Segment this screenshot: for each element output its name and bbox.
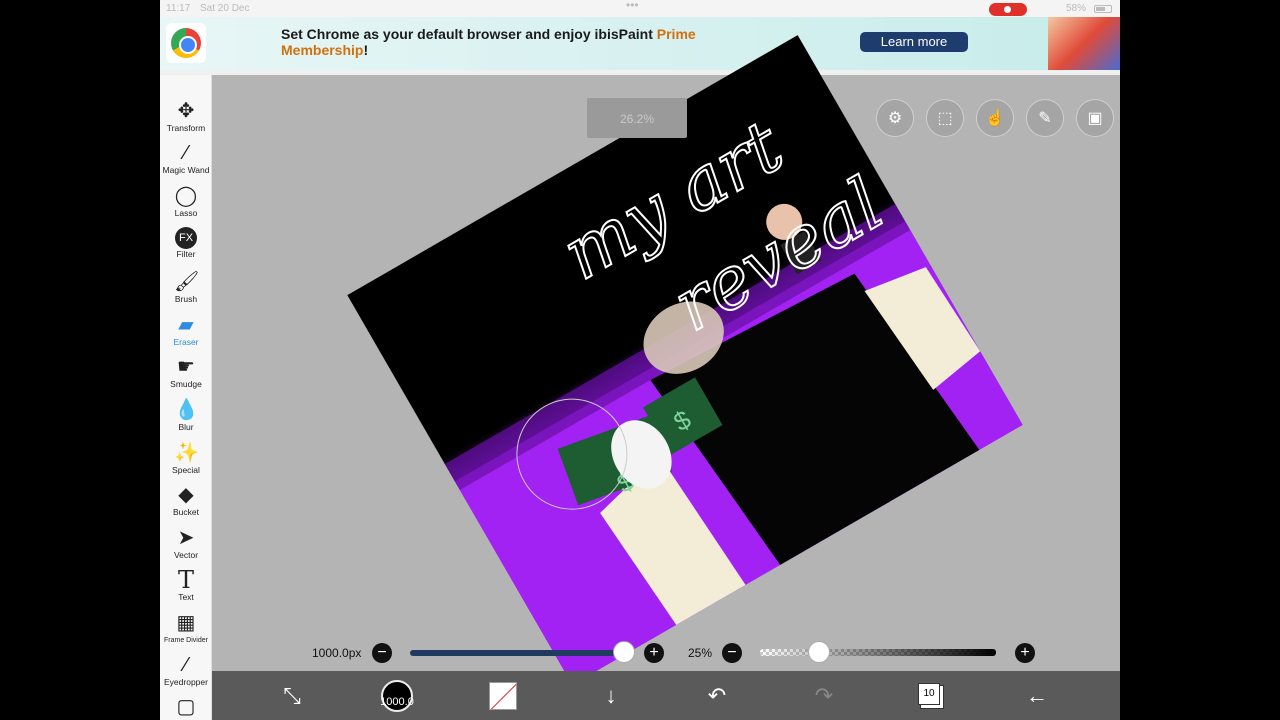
brush-size-knob[interactable] — [613, 641, 635, 663]
tool-lasso[interactable]: ◯ Lasso — [160, 182, 212, 224]
hand-touch-icon[interactable]: ☝ — [976, 99, 1014, 137]
frame-divider-icon: ▦ — [176, 612, 196, 634]
color-label: 1000.0 — [380, 696, 414, 708]
slider-row: 1000.0px − + 25% − + — [212, 637, 1120, 667]
canvas-frame-icon: ▢ — [176, 696, 196, 718]
back-arrow-icon[interactable]: ← — [1022, 681, 1052, 711]
brush-icon: 🖌 — [174, 271, 200, 293]
bucket-icon: ◆ — [178, 484, 194, 506]
eraser-icon: ▰ — [178, 314, 194, 336]
lasso-icon: ◯ — [174, 185, 198, 207]
down-arrow-icon[interactable]: ↓ — [596, 681, 626, 711]
brush-preview-button[interactable] — [489, 682, 517, 710]
tool-vector[interactable]: ➤ Vector — [160, 524, 212, 566]
opacity-increase-button[interactable]: + — [1015, 643, 1035, 663]
transform-swap-icon[interactable]: ⤡ — [277, 681, 307, 711]
tool-eraser[interactable]: ▰ Eraser — [160, 311, 212, 353]
eyedropper-icon: ⁄ — [184, 654, 188, 676]
tool-text[interactable]: T Text — [160, 566, 212, 608]
ibispaint-screen: 11:17 Sat 20 Dec ••• 58% Set Chrome as y… — [160, 0, 1120, 720]
opacity-decrease-button[interactable]: − — [722, 643, 742, 663]
smudge-icon: ☛ — [177, 356, 195, 378]
tool-canvas[interactable]: ▢ — [160, 693, 212, 720]
tool-blur[interactable]: 💧 Blur — [160, 396, 212, 438]
tool-transform[interactable]: ✥ Transform — [160, 97, 212, 139]
magic-wand-icon: ⁄ — [184, 142, 188, 164]
layers-button[interactable]: 10 — [918, 683, 940, 705]
brush-size-increase-button[interactable]: + — [644, 643, 664, 663]
ruler-icon[interactable]: ✎ — [1026, 99, 1064, 137]
bottom-toolbar: ⤡ 1000.0 ↓ ↶ ↷ 10 ← — [212, 671, 1120, 720]
reference-image-icon[interactable]: ▣ — [1076, 99, 1114, 137]
tool-frame-divider[interactable]: ▦ Frame Divider — [160, 609, 212, 651]
toggle-settings-icon[interactable]: ⚙ — [876, 99, 914, 137]
fx-icon: FX — [175, 227, 197, 249]
tool-special[interactable]: ✨ Special — [160, 439, 212, 481]
undo-icon[interactable]: ↶ — [702, 681, 732, 711]
tool-bucket[interactable]: ◆ Bucket — [160, 481, 212, 523]
tool-magic-wand[interactable]: ⁄ Magic Wand — [160, 139, 212, 181]
cursor-icon: ➤ — [177, 527, 195, 549]
zoom-level-badge: 26.2% — [587, 98, 687, 138]
redo-icon[interactable]: ↷ — [809, 681, 839, 711]
tool-filter[interactable]: FX Filter — [160, 225, 212, 267]
tool-sidebar: ✥ Transform ⁄ Magic Wand ◯ Lasso FX Filt… — [160, 75, 212, 720]
tool-eyedropper[interactable]: ⁄ Eyedropper — [160, 651, 212, 693]
brush-size-value: 1000.0px — [312, 646, 362, 660]
move-arrows-icon: ✥ — [177, 100, 195, 122]
selection-icon[interactable]: ⬚ — [926, 99, 964, 137]
opacity-knob[interactable] — [808, 641, 830, 663]
drop-icon: 💧 — [174, 399, 199, 421]
brush-size-slider[interactable] — [410, 650, 624, 656]
brush-size-decrease-button[interactable]: − — [372, 643, 392, 663]
tool-smudge[interactable]: ☛ Smudge — [160, 353, 212, 395]
opacity-value: 25% — [688, 646, 713, 660]
tool-brush[interactable]: 🖌 Brush — [160, 268, 212, 310]
sparkle-pen-icon: ✨ — [174, 442, 199, 464]
opacity-slider[interactable] — [760, 649, 996, 656]
text-icon: T — [177, 566, 194, 594]
